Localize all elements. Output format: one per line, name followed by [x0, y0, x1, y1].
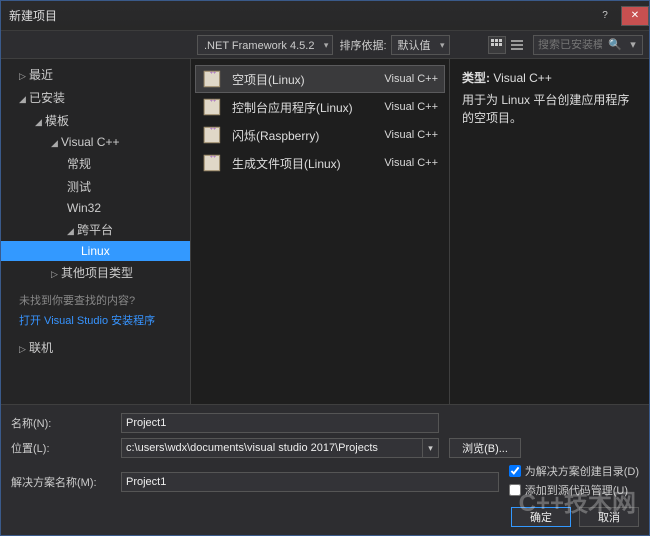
name-field[interactable]	[121, 413, 439, 433]
description-text: 用于为 Linux 平台创建应用程序的空项目。	[462, 91, 637, 127]
template-item[interactable]: ++ 生成文件项目(Linux) Visual C++	[195, 149, 445, 177]
name-label: 名称(N):	[11, 415, 121, 431]
cpp-project-icon: ++	[202, 97, 224, 117]
tree-installed[interactable]: ◢已安装	[1, 86, 190, 109]
help-button[interactable]: ?	[591, 6, 619, 26]
sidebar-prompt: 未找到你要查找的内容?	[1, 284, 190, 312]
svg-text:++: ++	[210, 155, 216, 161]
tree-vcpp[interactable]: ◢Visual C++	[1, 132, 190, 152]
template-list: ++ 空项目(Linux) Visual C++ ++ 控制台应用程序(Linu…	[191, 59, 449, 404]
search-box[interactable]: 🔍 ▾	[533, 35, 643, 55]
sidebar: ▷最近 ◢已安装 ◢模板 ◢Visual C++ 常规 测试 Win32 ◢跨平…	[1, 59, 191, 404]
tree-general[interactable]: 常规	[1, 152, 190, 175]
search-dropdown-icon[interactable]: ▾	[624, 38, 642, 51]
title-bar: 新建项目 ? ✕	[1, 1, 649, 31]
tree-other[interactable]: ▷其他项目类型	[1, 261, 190, 284]
toolbar: .NET Framework 4.5.2 排序依据: 默认值 🔍 ▾	[1, 31, 649, 59]
svg-text:++: ++	[210, 127, 216, 133]
tree-linux[interactable]: Linux	[1, 241, 190, 261]
location-dropdown-icon[interactable]: ▾	[423, 438, 439, 458]
solution-label: 解决方案名称(M):	[11, 474, 121, 490]
create-dir-checkbox[interactable]: 为解决方案创建目录(D)	[509, 463, 639, 479]
solution-field[interactable]	[121, 472, 499, 492]
window-title: 新建项目	[9, 7, 57, 24]
cpp-project-icon: ++	[202, 153, 224, 173]
view-list-icon[interactable]	[508, 36, 526, 54]
svg-text:++: ++	[210, 99, 216, 105]
template-item[interactable]: ++ 控制台应用程序(Linux) Visual C++	[195, 93, 445, 121]
tree-online[interactable]: ▷联机	[1, 336, 190, 359]
bottom-panel: 名称(N): 位置(L): ▾ 浏览(B)... 解决方案名称(M): 为解决方…	[1, 404, 649, 535]
search-input[interactable]	[534, 39, 606, 51]
template-item[interactable]: ++ 闪烁(Raspberry) Visual C++	[195, 121, 445, 149]
sort-label: 排序依据:	[339, 37, 386, 53]
browse-button[interactable]: 浏览(B)...	[449, 438, 521, 458]
framework-combo[interactable]: .NET Framework 4.5.2	[197, 35, 333, 55]
location-field[interactable]	[121, 438, 423, 458]
tree-test[interactable]: 测试	[1, 175, 190, 198]
cpp-project-icon: ++	[202, 69, 224, 89]
sidebar-link[interactable]: 打开 Visual Studio 安装程序	[1, 312, 190, 336]
close-button[interactable]: ✕	[621, 6, 649, 26]
tree-cross[interactable]: ◢跨平台	[1, 218, 190, 241]
source-control-checkbox[interactable]: 添加到源代码管理(U)	[509, 482, 639, 498]
ok-button[interactable]: 确定	[511, 507, 571, 527]
tree-win32[interactable]: Win32	[1, 198, 190, 218]
search-icon[interactable]: 🔍	[606, 38, 624, 51]
tree-recent[interactable]: ▷最近	[1, 63, 190, 86]
view-grid-icon[interactable]	[488, 36, 506, 54]
sort-combo[interactable]: 默认值	[391, 35, 450, 55]
template-item[interactable]: ++ 空项目(Linux) Visual C++	[195, 65, 445, 93]
location-label: 位置(L):	[11, 440, 121, 456]
cpp-project-icon: ++	[202, 125, 224, 145]
svg-text:++: ++	[210, 71, 216, 77]
description-pane: 类型: Visual C++ 用于为 Linux 平台创建应用程序的空项目。	[449, 59, 649, 404]
cancel-button[interactable]: 取消	[579, 507, 639, 527]
tree-templates[interactable]: ◢模板	[1, 109, 190, 132]
